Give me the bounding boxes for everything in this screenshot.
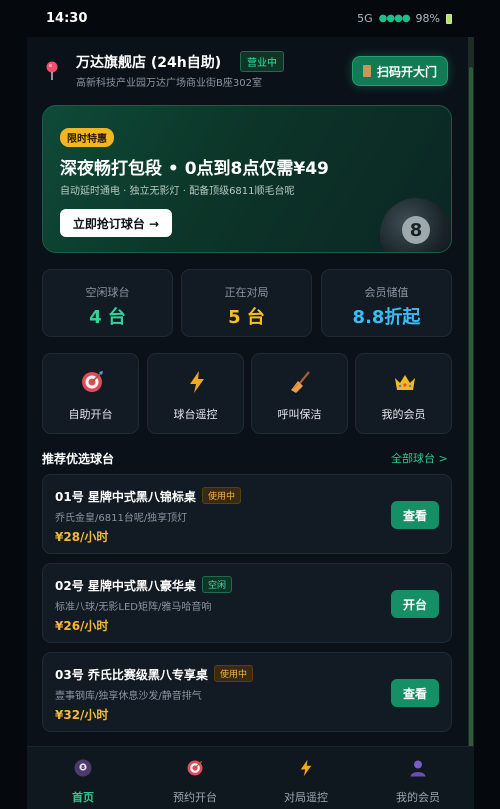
signal-icon: ●●●● xyxy=(378,13,411,24)
battery-icon xyxy=(446,13,452,24)
stat-label: 空闲球台 xyxy=(85,286,130,299)
scan-button-label: 扫码开大门 xyxy=(376,64,437,79)
tab-match-remote[interactable]: 对局遥控 xyxy=(250,747,362,809)
table-name: 01号 星牌中式黑八锦标桌 xyxy=(55,490,196,504)
eight-ball-icon: 8 xyxy=(380,198,451,252)
view-table-button[interactable]: 查看 xyxy=(391,501,439,529)
svg-text:8: 8 xyxy=(81,765,85,771)
user-icon xyxy=(410,760,426,777)
network-label: 5G xyxy=(357,12,373,25)
tab-home[interactable]: 8 首页 xyxy=(27,747,139,809)
table-status-badge: 使用中 xyxy=(214,665,254,682)
action-label: 自助开台 xyxy=(68,408,113,421)
action-label: 球台遥控 xyxy=(173,408,218,421)
door-icon xyxy=(362,65,371,77)
app-screen: 万达旗舰店 (24h自助) 营业中 高新科技产业园万达广场商业街B座302室 扫… xyxy=(27,37,474,809)
stats-row: 空闲球台 4 台 正在对局 5 台 会员储值 8.8折起 xyxy=(42,269,452,337)
promo-subtitle: 自动延时通电 · 独立无影灯 · 配备顶级6811顺毛台呢 xyxy=(60,186,295,197)
stat-label: 正在对局 xyxy=(224,286,269,299)
status-time: 14:30 xyxy=(46,11,88,26)
table-name: 03号 乔氏比赛级黑八专享桌 xyxy=(55,668,208,682)
stat-playing-tables: 正在对局 5 台 xyxy=(181,269,312,337)
scan-open-door-button[interactable]: 扫码开大门 xyxy=(352,56,448,86)
battery-label: 98% xyxy=(415,12,440,25)
table-status-badge: 使用中 xyxy=(202,487,242,504)
action-call-cleaning[interactable]: 呼叫保洁 xyxy=(251,353,348,434)
table-card[interactable]: 02号 星牌中式黑八豪华桌 空闲 标准八球/无影LED矩阵/雅马哈音响 ¥26/… xyxy=(42,563,452,643)
action-label: 我的会员 xyxy=(381,408,426,421)
bottom-tab-bar: 8 首页 预约开台 对局遥控 我的会员 xyxy=(27,746,474,809)
promo-banner[interactable]: 限时特惠 深夜畅打包段 • 0点到8点仅需¥49 自动延时通电 · 独立无影灯 … xyxy=(42,105,452,253)
quick-actions: 自助开台 球台遥控 呼叫保洁 我的会员 xyxy=(42,353,452,434)
scrollbar-thumb[interactable] xyxy=(469,67,473,751)
stat-label: 会员储值 xyxy=(364,286,409,299)
tab-label: 首页 xyxy=(72,791,94,804)
table-price: ¥28/小时 xyxy=(55,530,109,544)
location-pin-icon xyxy=(46,61,58,80)
lightning-icon xyxy=(300,759,312,777)
table-description: 乔氏金皇/6811台呢/独享顶灯 xyxy=(55,513,188,524)
action-my-membership[interactable]: 我的会员 xyxy=(355,353,452,434)
table-description: 标准八球/无影LED矩阵/雅马哈音响 xyxy=(55,602,212,613)
crown-icon xyxy=(395,375,415,390)
action-label: 呼叫保洁 xyxy=(277,408,322,421)
all-tables-link[interactable]: 全部球台 > xyxy=(391,450,448,466)
eight-ball-number: 8 xyxy=(402,216,430,244)
tab-label: 预约开台 xyxy=(173,791,217,804)
action-table-remote[interactable]: 球台遥控 xyxy=(147,353,244,434)
stat-member-discount: 会员储值 8.8折起 xyxy=(321,269,452,337)
table-card[interactable]: 03号 乔氏比赛级黑八专享桌 使用中 壹事钢库/独享休息沙发/静音排气 ¥32/… xyxy=(42,652,452,732)
book-table-button[interactable]: 立即抢订球台 → xyxy=(60,209,172,237)
store-address: 高新科技产业园万达广场商业街B座302室 xyxy=(76,78,262,89)
open-table-button[interactable]: 开台 xyxy=(391,590,439,618)
table-status-badge: 空闲 xyxy=(202,576,233,593)
stat-value: 5 台 xyxy=(228,307,265,328)
table-name: 02号 星牌中式黑八豪华桌 xyxy=(55,579,196,593)
status-indicators: 5G ●●●● 98% xyxy=(357,12,452,25)
action-self-open-table[interactable]: 自助开台 xyxy=(42,353,139,434)
tab-label: 对局遥控 xyxy=(284,791,328,804)
open-status-badge: 营业中 xyxy=(240,51,284,72)
target-icon xyxy=(82,371,103,392)
view-table-button[interactable]: 查看 xyxy=(391,679,439,707)
billiard-ball-icon: 8 xyxy=(74,759,92,777)
promo-tag: 限时特惠 xyxy=(60,128,114,147)
table-price: ¥32/小时 xyxy=(55,708,109,722)
status-bar: 14:30 5G ●●●● 98% xyxy=(0,0,500,37)
tab-label: 我的会员 xyxy=(396,791,440,804)
stat-value: 4 台 xyxy=(89,307,126,328)
store-name: 万达旗舰店 (24h自助) xyxy=(76,55,222,71)
lightning-icon xyxy=(190,371,204,393)
tab-book-table[interactable]: 预约开台 xyxy=(139,747,251,809)
table-description: 壹事钢库/独享休息沙发/静音排气 xyxy=(55,691,202,702)
table-price: ¥26/小时 xyxy=(55,619,109,633)
promo-title: 深夜畅打包段 • 0点到8点仅需¥49 xyxy=(60,159,329,179)
store-header: 万达旗舰店 (24h自助) 营业中 高新科技产业园万达广场商业街B座302室 扫… xyxy=(45,49,465,93)
table-card[interactable]: 01号 星牌中式黑八锦标桌 使用中 乔氏金皇/6811台呢/独享顶灯 ¥28/小… xyxy=(42,474,452,554)
stat-free-tables: 空闲球台 4 台 xyxy=(42,269,173,337)
tab-my-membership[interactable]: 我的会员 xyxy=(362,747,474,809)
stat-value: 8.8折起 xyxy=(352,307,421,328)
section-title: 推荐优选球台 xyxy=(42,452,115,466)
target-icon xyxy=(187,760,203,776)
broom-icon xyxy=(291,371,310,393)
